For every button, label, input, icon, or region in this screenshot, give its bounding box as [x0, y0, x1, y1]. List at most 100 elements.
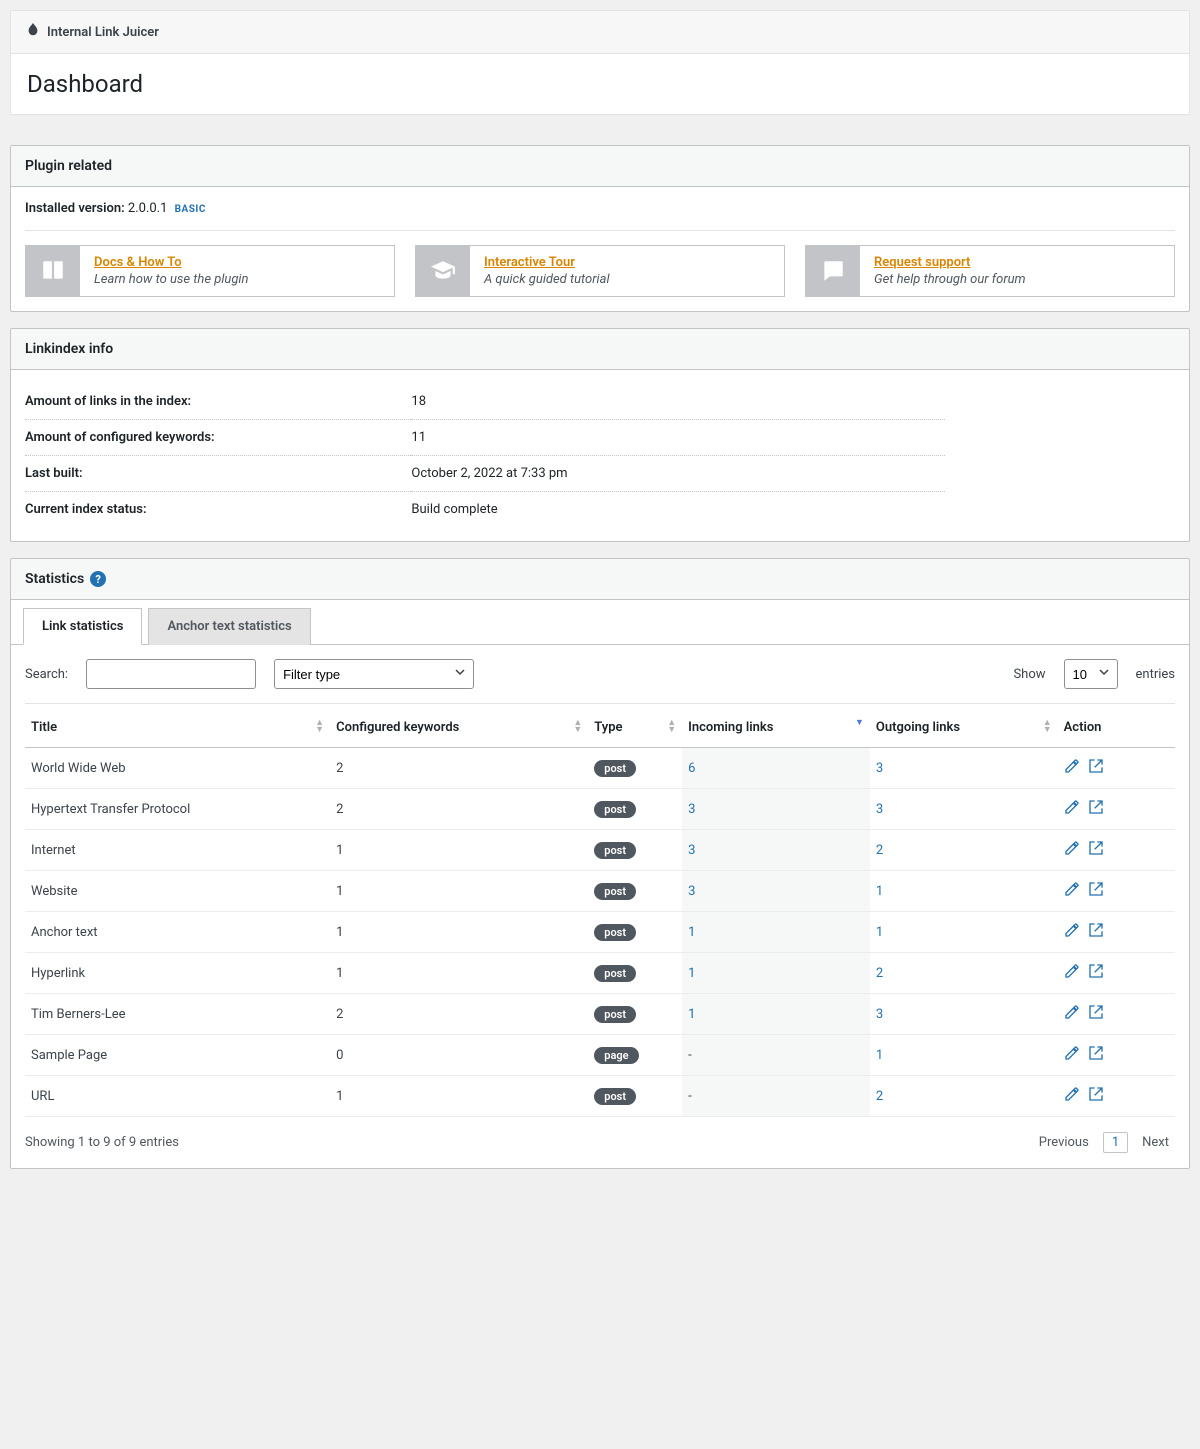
entries-select[interactable]: 10 [1064, 659, 1118, 689]
table-row: World Wide Web2post63 [25, 748, 1175, 789]
logo-icon [27, 23, 39, 41]
outgoing-link[interactable]: 2 [876, 966, 883, 981]
incoming-link[interactable]: 6 [688, 761, 695, 776]
entries-label: entries [1136, 667, 1176, 682]
tour-link[interactable]: Interactive Tour [484, 255, 575, 270]
outgoing-link[interactable]: 3 [876, 761, 883, 776]
cell-action [1058, 994, 1175, 1035]
cell-action [1058, 830, 1175, 871]
edit-icon[interactable] [1064, 1086, 1082, 1104]
search-input[interactable] [86, 659, 256, 689]
col-keywords[interactable]: Configured keywords ▲▼ [330, 708, 588, 748]
table-row: Sample Page0page-1 [25, 1035, 1175, 1076]
header-card: Internal Link Juicer Dashboard [10, 10, 1190, 115]
cell-outgoing: 3 [870, 994, 1058, 1035]
outgoing-link[interactable]: 1 [876, 925, 883, 940]
cell-title: URL [25, 1076, 330, 1117]
tour-card[interactable]: Interactive Tour A quick guided tutorial [415, 245, 785, 297]
cell-keywords: 0 [330, 1035, 588, 1076]
prev-button[interactable]: Previous [1033, 1131, 1095, 1154]
help-icon[interactable]: ? [90, 571, 106, 587]
cell-type: post [588, 912, 682, 953]
external-link-icon[interactable] [1088, 1004, 1106, 1022]
next-button[interactable]: Next [1136, 1131, 1175, 1154]
incoming-link[interactable]: 3 [688, 802, 695, 817]
outgoing-link[interactable]: 2 [876, 1089, 883, 1104]
incoming-link[interactable]: 3 [688, 843, 695, 858]
edit-icon[interactable] [1064, 881, 1082, 899]
product-name: Internal Link Juicer [47, 25, 159, 40]
cell-outgoing: 3 [870, 748, 1058, 789]
col-outgoing[interactable]: Outgoing links ▲▼ [870, 708, 1058, 748]
linkindex-row: Current index status:Build complete [25, 492, 945, 528]
table-row: Hyperlink1post12 [25, 953, 1175, 994]
outgoing-link[interactable]: 1 [876, 884, 883, 899]
tab-link-statistics[interactable]: Link statistics [23, 608, 142, 645]
edit-icon[interactable] [1064, 1045, 1082, 1063]
edit-icon[interactable] [1064, 922, 1082, 940]
linkindex-key: Amount of configured keywords: [25, 420, 411, 456]
external-link-icon[interactable] [1088, 840, 1106, 858]
license-badge: BASIC [175, 204, 206, 215]
incoming-link[interactable]: 1 [688, 966, 695, 981]
cell-incoming: 1 [682, 994, 870, 1035]
external-link-icon[interactable] [1088, 963, 1106, 981]
external-link-icon[interactable] [1088, 922, 1106, 940]
cell-type: page [588, 1035, 682, 1076]
statistics-title-text: Statistics [25, 571, 84, 587]
cell-action [1058, 871, 1175, 912]
chat-icon [806, 246, 860, 296]
outgoing-link[interactable]: 1 [876, 1048, 883, 1063]
page-number[interactable]: 1 [1103, 1132, 1128, 1153]
edit-icon[interactable] [1064, 799, 1082, 817]
external-link-icon[interactable] [1088, 758, 1106, 776]
support-link[interactable]: Request support [874, 255, 970, 270]
type-chip: post [594, 883, 636, 900]
linkindex-key: Current index status: [25, 492, 411, 528]
docs-link[interactable]: Docs & How To [94, 255, 182, 270]
incoming-link[interactable]: 1 [688, 925, 695, 940]
cell-title: World Wide Web [25, 748, 330, 789]
col-title[interactable]: Title ▲▼ [25, 708, 330, 748]
cell-keywords: 1 [330, 953, 588, 994]
tab-anchor-statistics[interactable]: Anchor text statistics [148, 608, 310, 645]
col-incoming[interactable]: Incoming links ▼ [682, 708, 870, 748]
cell-incoming: 3 [682, 789, 870, 830]
cell-type: post [588, 994, 682, 1035]
sort-icon: ▲▼ [1043, 720, 1052, 734]
outgoing-link[interactable]: 3 [876, 1007, 883, 1022]
docs-card[interactable]: Docs & How To Learn how to use the plugi… [25, 245, 395, 297]
linkindex-row: Amount of configured keywords:11 [25, 420, 945, 456]
book-icon [26, 246, 80, 296]
edit-icon[interactable] [1064, 963, 1082, 981]
cell-outgoing: 3 [870, 789, 1058, 830]
outgoing-link[interactable]: 3 [876, 802, 883, 817]
support-card[interactable]: Request support Get help through our for… [805, 245, 1175, 297]
col-type[interactable]: Type ▲▼ [588, 708, 682, 748]
external-link-icon[interactable] [1088, 881, 1106, 899]
linkindex-row: Amount of links in the index:18 [25, 384, 945, 420]
cell-incoming: 3 [682, 871, 870, 912]
cell-incoming: 3 [682, 830, 870, 871]
incoming-link[interactable]: 1 [688, 1007, 695, 1022]
cell-action [1058, 1076, 1175, 1117]
col-action: Action [1058, 708, 1175, 748]
product-bar: Internal Link Juicer [11, 11, 1189, 54]
sort-icon: ▲▼ [573, 720, 582, 734]
stats-tabs: Link statistics Anchor text statistics [11, 608, 1189, 645]
incoming-link[interactable]: 3 [688, 884, 695, 899]
filter-type-select[interactable]: Filter type [274, 659, 474, 689]
cell-outgoing: 1 [870, 912, 1058, 953]
outgoing-link[interactable]: 2 [876, 843, 883, 858]
cell-title: Sample Page [25, 1035, 330, 1076]
external-link-icon[interactable] [1088, 1086, 1106, 1104]
edit-icon[interactable] [1064, 758, 1082, 776]
external-link-icon[interactable] [1088, 1045, 1106, 1063]
external-link-icon[interactable] [1088, 799, 1106, 817]
cell-type: post [588, 871, 682, 912]
edit-icon[interactable] [1064, 1004, 1082, 1022]
cell-title: Anchor text [25, 912, 330, 953]
edit-icon[interactable] [1064, 840, 1082, 858]
cell-action [1058, 912, 1175, 953]
type-chip: post [594, 842, 636, 859]
